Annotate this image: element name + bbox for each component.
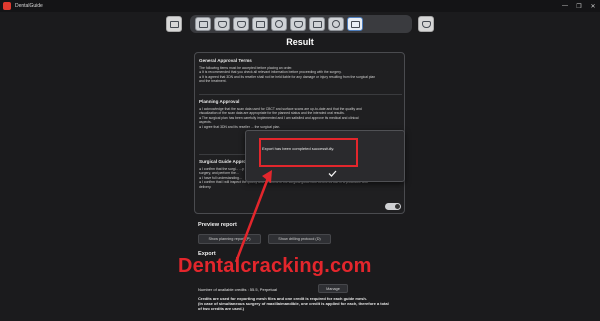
credits-note-line: of two credits are used.) <box>198 306 245 311</box>
general-approval-title: General Approval Terms <box>199 58 252 63</box>
report-icon <box>350 20 360 28</box>
nerve-icon <box>255 20 265 28</box>
sleeve-tool-button[interactable] <box>309 17 325 31</box>
tooth-icon <box>275 20 283 28</box>
planning-line: ● I agree that 3DN and its reseller ... … <box>199 124 281 129</box>
crown-icon <box>236 20 246 28</box>
planning-approval-title: Planning Approval <box>199 99 240 104</box>
model-tool-button[interactable] <box>214 17 230 31</box>
manage-credits-button[interactable]: Manage <box>318 284 348 293</box>
section-divider <box>199 94 402 95</box>
show-drilling-protocol-button[interactable]: Show drilling protocol (D) <box>268 234 331 244</box>
general-line: ● It is agreed that 3DN and its reseller… <box>199 74 376 79</box>
crown-tool-button[interactable] <box>233 17 249 31</box>
ct-scan-icon <box>198 20 208 28</box>
workflow-toolbar <box>190 15 412 33</box>
implant-icon <box>293 20 303 28</box>
surgical-guide-approval-toggle[interactable] <box>385 203 401 210</box>
patient-button[interactable] <box>166 16 182 32</box>
page-title: Result <box>286 37 314 47</box>
window-title: DentalGuide <box>15 3 43 9</box>
watermark-text: Dentalcracking.com <box>178 255 372 277</box>
main-toolbar <box>0 12 600 34</box>
checkmark-icon <box>328 170 336 177</box>
window-controls: — ❐ ✕ <box>558 0 600 12</box>
export-button[interactable] <box>418 16 434 32</box>
minimize-button[interactable]: — <box>558 0 572 12</box>
report-tool-button[interactable] <box>347 17 363 31</box>
app-logo-icon <box>3 2 11 10</box>
general-approval-text: The following items must be accepted bef… <box>199 66 402 84</box>
sleeve-icon <box>312 20 322 28</box>
show-planning-report-button[interactable]: Show planning report (P) <box>198 234 261 244</box>
surgical-line: delivery. <box>199 184 212 189</box>
dialog-ok-button[interactable] <box>326 168 338 178</box>
title-bar: DentalGuide — ❐ ✕ <box>0 0 600 12</box>
model-icon <box>217 20 227 28</box>
implant-tool-button[interactable] <box>290 17 306 31</box>
guide-tool-button[interactable] <box>328 17 344 31</box>
available-credits: Number of available credits : 55.5, Perp… <box>198 287 277 292</box>
planning-approval-text: ● I acknowledge that the scan data used … <box>199 107 402 129</box>
tooth-tool-button[interactable] <box>271 17 287 31</box>
nerve-tool-button[interactable] <box>252 17 268 31</box>
general-line: and the treatment. <box>199 79 227 84</box>
export-icon <box>421 20 431 28</box>
preview-report-title: Preview report <box>198 222 237 228</box>
guide-icon <box>332 20 340 28</box>
credits-note: Credits are used for exporting mesh file… <box>198 296 428 311</box>
annotation-highlight-box <box>259 138 358 167</box>
general-approval-section: General Approval Terms The following ite… <box>199 58 402 84</box>
close-button[interactable]: ✕ <box>586 0 600 12</box>
planning-approval-section: Planning Approval ● I acknowledge that t… <box>199 99 402 129</box>
ct-scan-tool-button[interactable] <box>195 17 211 31</box>
patient-icon <box>169 20 179 28</box>
maximize-button[interactable]: ❐ <box>572 0 586 12</box>
